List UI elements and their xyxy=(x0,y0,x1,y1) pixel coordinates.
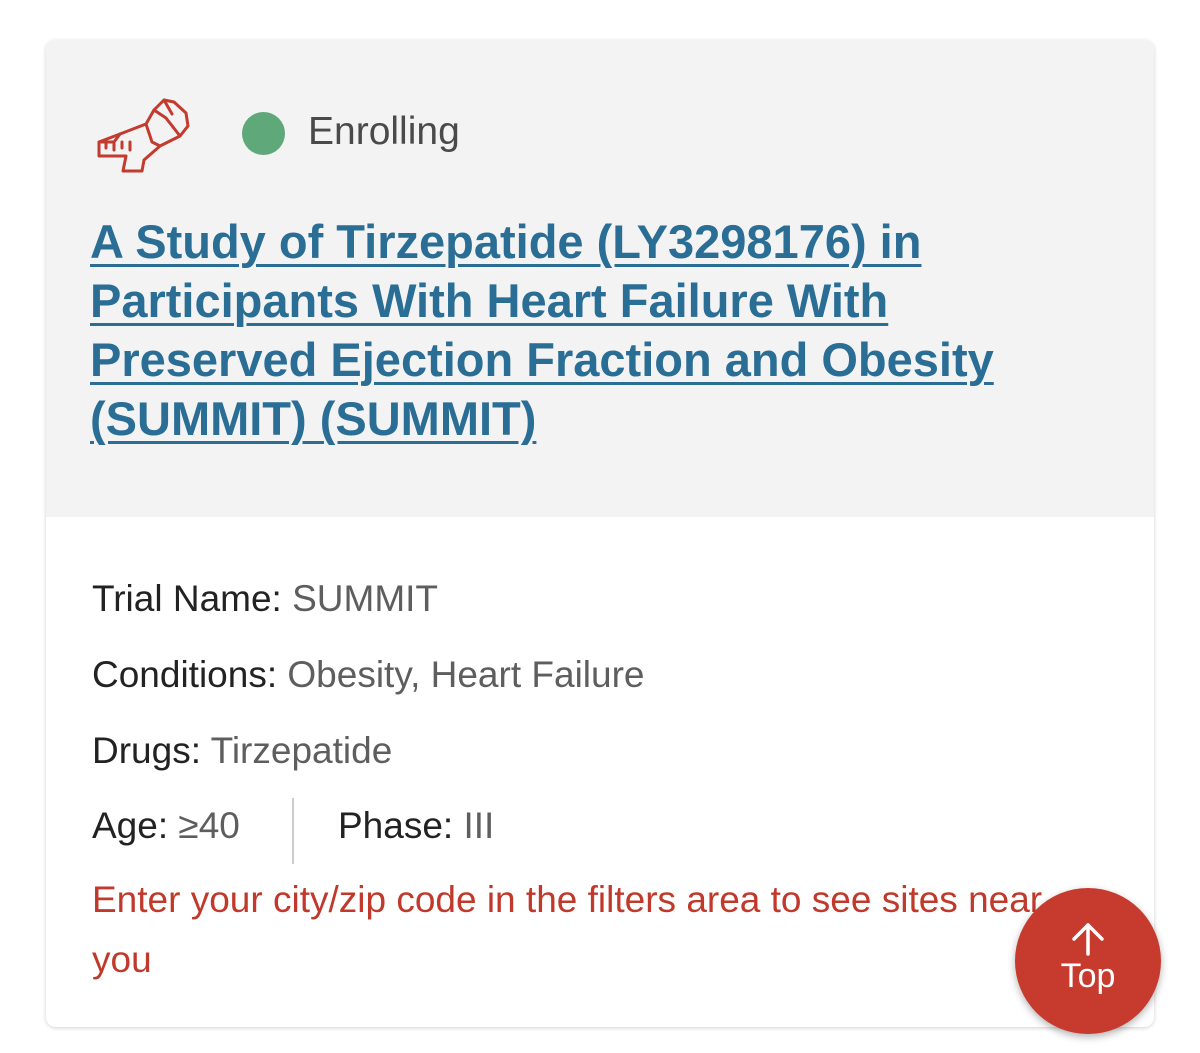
arrow-up-icon xyxy=(1072,923,1104,956)
location-notice: Enter your city/zip code in the filters … xyxy=(92,879,1043,980)
trial-card-details: Trial Name: SUMMIT Conditions: Obesity, … xyxy=(46,517,1154,1027)
trial-name-value: SUMMIT xyxy=(292,578,439,619)
trial-card: Enrolling A Study of Tirzepatide (LY3298… xyxy=(46,40,1154,1027)
trial-title-link[interactable]: A Study of Tirzepatide (LY3298176) in Pa… xyxy=(90,212,1090,448)
trial-name-label: Trial Name: xyxy=(92,578,282,619)
phase-label: Phase: xyxy=(338,805,454,846)
drugs-label: Drugs: xyxy=(92,730,201,771)
phase-value: III xyxy=(463,805,495,846)
scroll-to-top-button[interactable]: Top xyxy=(1015,888,1161,1034)
drugs-value: Tirzepatide xyxy=(210,730,393,771)
scroll-to-top-label: Top xyxy=(1060,957,1116,995)
conditions-value: Obesity, Heart Failure xyxy=(287,654,645,695)
phase-row: Phase: III xyxy=(338,804,494,848)
trial-name-row: Trial Name: SUMMIT xyxy=(92,577,438,621)
age-phase-divider xyxy=(292,798,294,864)
age-row: Age: ≥40 xyxy=(92,804,240,848)
drugs-row: Drugs: Tirzepatide xyxy=(92,729,392,773)
trial-card-header: Enrolling A Study of Tirzepatide (LY3298… xyxy=(46,40,1154,517)
age-value: ≥40 xyxy=(178,805,240,846)
conditions-row: Conditions: Obesity, Heart Failure xyxy=(92,653,645,697)
conditions-label: Conditions: xyxy=(92,654,278,695)
measuring-tape-icon xyxy=(97,98,190,173)
status-label: Enrolling xyxy=(308,110,460,153)
age-label: Age: xyxy=(92,805,169,846)
status-indicator-dot xyxy=(242,112,285,155)
